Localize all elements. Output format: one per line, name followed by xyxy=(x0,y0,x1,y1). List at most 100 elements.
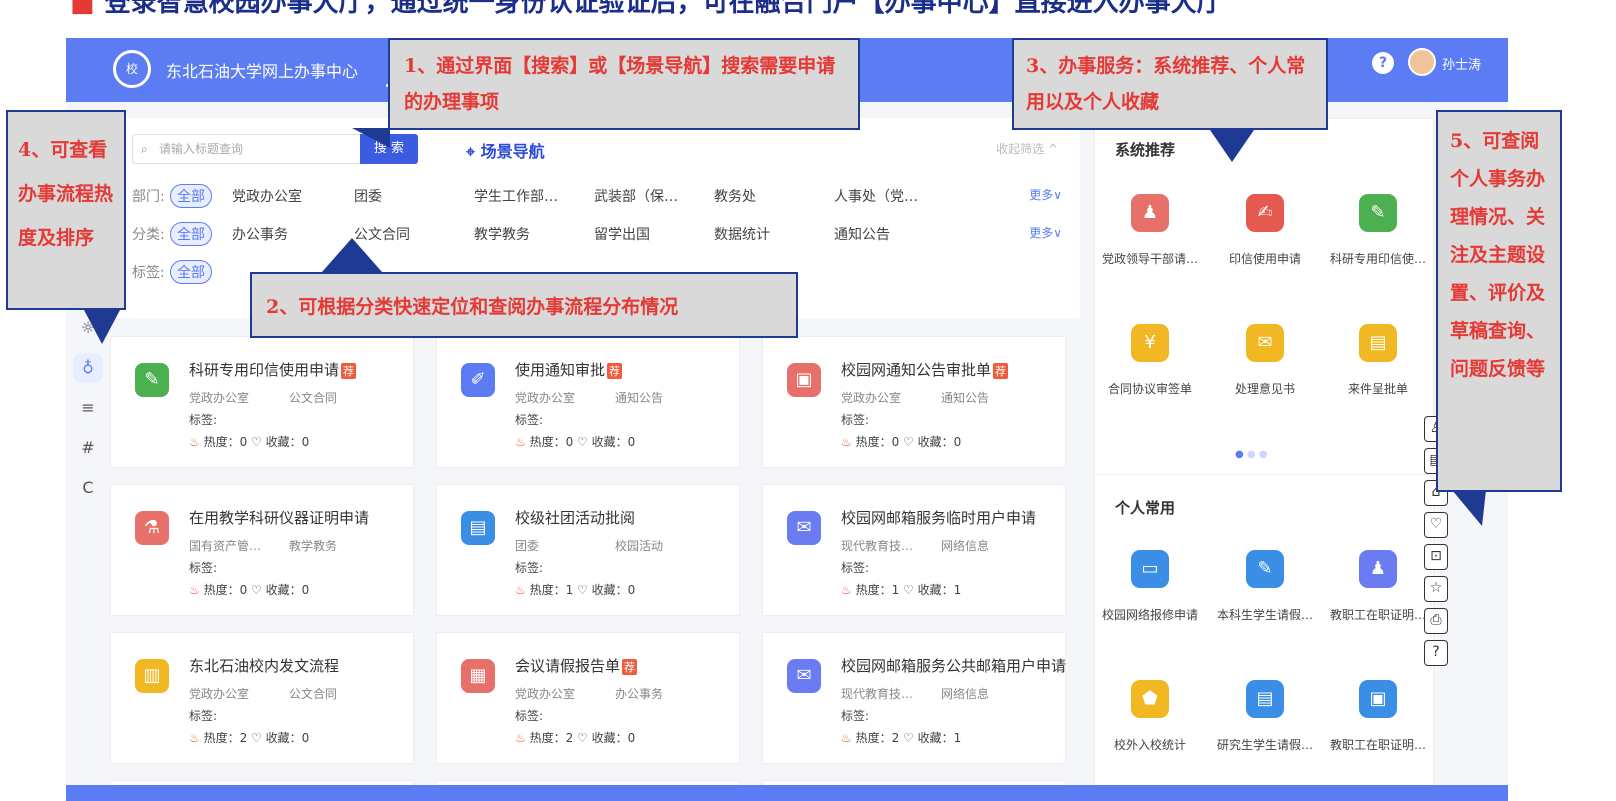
filter-option[interactable]: 教学教务 xyxy=(474,224,530,244)
filter-option[interactable]: 留学出国 xyxy=(594,224,650,244)
filter-all[interactable]: 全部 xyxy=(170,184,212,208)
folder-icon: ▥ xyxy=(135,659,169,693)
scene-nav-button[interactable]: ⌖ 场景导航 xyxy=(466,138,545,162)
mail-icon: ✉ xyxy=(787,511,821,545)
office-hall-app: 校 东北石油大学网上办事中心 ? 孙士涛 ☼ ♁ ≡ # C ⌕ 请输入标题查询 … xyxy=(66,38,1508,801)
shield-icon: ⬟ xyxy=(1131,680,1169,718)
filter-option[interactable]: 武装部（保… xyxy=(594,186,678,206)
fire-icon: ♨ xyxy=(515,583,530,597)
hash-icon[interactable]: # xyxy=(66,428,110,468)
callout-2-tail xyxy=(322,238,382,272)
mail-icon: ✉ xyxy=(787,659,821,693)
callout-5: 5、可查阅个人事务办理情况、关注及主题设置、评价及草稿查询、问题反馈等 xyxy=(1436,110,1562,492)
more-button[interactable]: 更多∨ xyxy=(1029,224,1062,241)
edit-user-icon: ✎ xyxy=(1246,550,1284,588)
service-card[interactable]: ✉ 校园网邮箱服务公共邮箱用户申请 现代教育技… 网络信息 标签: ♨ 热度：2… xyxy=(762,632,1066,764)
recommend-badge: 荐 xyxy=(341,363,357,379)
callout-3: 3、办事服务：系统推荐、个人常用以及个人收藏 xyxy=(1012,38,1328,130)
filter-option[interactable]: 人事处（党… xyxy=(834,186,918,206)
desk-icon: ♟ xyxy=(1359,550,1397,588)
stamp-icon: ✍ xyxy=(1246,194,1284,232)
callout-1: 1、通过界面【搜索】或【场景导航】搜索需要申请的办理事项 xyxy=(388,38,860,130)
service-card[interactable]: ✎ 科研专用印信使用申请荐 党政办公室 公文合同 标签: ♨ 热度：0 ♡ 收藏… xyxy=(110,336,414,468)
filter-all[interactable]: 全部 xyxy=(170,222,212,246)
person-icon: ♟ xyxy=(1131,194,1169,232)
notice-icon: ▣ xyxy=(787,363,821,397)
heart-icon[interactable]: ♡ xyxy=(1424,512,1448,538)
edit-icon: ✐ xyxy=(461,363,495,397)
fire-icon: ♨ xyxy=(515,435,530,449)
service-card[interactable]: ▣ 校园网通知公告审批单荐 党政办公室 通知公告 标签: ♨ 热度：0 ♡ 收藏… xyxy=(762,336,1066,468)
user-name[interactable]: 孙士涛 xyxy=(1442,54,1481,73)
filter-option[interactable]: 数据统计 xyxy=(714,224,770,244)
filter-option[interactable]: 党政办公室 xyxy=(232,186,302,206)
fire-icon: ♨ xyxy=(189,435,204,449)
document-icon: ▤ xyxy=(461,511,495,545)
leaf-icon: ✎ xyxy=(135,363,169,397)
service-card[interactable]: ▥ 东北石油校内发文流程 党政办公室 公文合同 标签: ♨ 热度：2 ♡ 收藏：… xyxy=(110,632,414,764)
chart-icon: ▦ xyxy=(461,659,495,693)
slide-title: ■ 登录智慧校园办事大厅，通过统一身份认证验证后，可在融合门户【办事中心】直接进入… xyxy=(70,0,1223,18)
callout-3-tail xyxy=(1210,130,1254,162)
service-shortcut[interactable]: ▭ 校园网络报修申请 xyxy=(1095,550,1205,623)
recommend-panel: 系统推荐 ♟ 党政领导干部请… ✍ 印信使用申请 ✎ 科研专用印信使… ¥ 合同协议审签… xyxy=(1094,118,1434,478)
service-card[interactable]: ▦ 会议请假报告单荐 党政办公室 办公事务 标签: ♨ 热度：2 ♡ 收藏：0 xyxy=(436,632,740,764)
filter-option[interactable]: 学生工作部… xyxy=(474,186,558,206)
recommend-badge: 荐 xyxy=(607,363,623,379)
callout-1-tail xyxy=(352,128,390,148)
microscope-icon: ⚗ xyxy=(135,511,169,545)
service-shortcut[interactable]: ▤ 研究生学生请假… xyxy=(1210,680,1320,753)
service-shortcut[interactable]: ▤ 来件呈批单 xyxy=(1323,324,1433,397)
filter-option[interactable]: 办公事务 xyxy=(232,224,288,244)
university-logo-icon: 校 xyxy=(113,50,151,88)
filter-option[interactable]: 教务处 xyxy=(714,186,756,206)
service-shortcut[interactable]: ¥ 合同协议审签单 xyxy=(1095,324,1205,397)
monitor-icon: ▭ xyxy=(1131,550,1169,588)
collapse-filter-button[interactable]: 收起筛选 ^ xyxy=(996,140,1058,157)
panel-title: 系统推荐 xyxy=(1115,141,1176,159)
filter-all[interactable]: 全部 xyxy=(170,260,212,284)
help-icon[interactable]: ? xyxy=(1372,52,1394,74)
search-input[interactable]: ⌕ 请输入标题查询 xyxy=(132,134,362,164)
question-icon[interactable]: ? xyxy=(1424,640,1448,666)
site-name[interactable]: 东北石油大学网上办事中心 xyxy=(166,58,358,82)
service-card[interactable]: ✐ 使用通知审批荐 党政办公室 通知公告 标签: ♨ 热度：0 ♡ 收藏：0 xyxy=(436,336,740,468)
fire-sort-icon[interactable]: ♁ xyxy=(73,353,103,383)
filter-option[interactable]: 团委 xyxy=(354,186,382,206)
id-card-icon: ▣ xyxy=(1359,680,1397,718)
service-shortcut[interactable]: ♟ 教职工在职证明… xyxy=(1323,550,1433,623)
filter-option[interactable]: 通知公告 xyxy=(834,224,890,244)
callout-4: 4、可查看办事流程热度及排序 xyxy=(6,110,126,310)
service-shortcut[interactable]: ▣ 教职工在职证明… xyxy=(1323,680,1433,753)
service-card[interactable]: ✉ 校园网邮箱服务临时用户申请 现代教育技… 网络信息 标签: ♨ 热度：1 ♡… xyxy=(762,484,1066,616)
star-icon[interactable]: ☆ xyxy=(1424,576,1448,602)
service-card[interactable]: ⚗ 在用教学科研仪器证明申请 国有资产管… 教学教务 标签: ♨ 热度：0 ♡ … xyxy=(110,484,414,616)
fire-icon: ♨ xyxy=(841,435,856,449)
service-shortcut[interactable]: ♟ 党政领导干部请… xyxy=(1095,194,1205,267)
fire-icon: ♨ xyxy=(515,731,530,745)
doc-search-icon: ▤ xyxy=(1246,680,1284,718)
service-shortcut[interactable]: ✎ 科研专用印信使… xyxy=(1323,194,1433,267)
common-panel: 个人常用 ▭ 校园网络报修申请 ✎ 本科生学生请假… ♟ 教职工在职证明… ⬟ 校外入校… xyxy=(1094,474,1434,801)
avatar[interactable] xyxy=(1408,48,1436,76)
leaf-icon: ✎ xyxy=(1359,194,1397,232)
review-icon[interactable]: ⊡ xyxy=(1424,544,1448,570)
panel-title: 个人常用 xyxy=(1115,499,1176,517)
refresh-icon[interactable]: C xyxy=(66,468,110,508)
callout-5-tail xyxy=(1452,490,1486,526)
print-icon[interactable]: ⎙ xyxy=(1424,608,1448,634)
service-shortcut[interactable]: ⬟ 校外入校统计 xyxy=(1095,680,1205,753)
callout-2: 2、可根据分类快速定位和查阅办事流程分布情况 xyxy=(250,272,798,338)
service-card[interactable]: ▤ 校级社团活动批阅 团委 校园活动 标签: ♨ 热度：1 ♡ 收藏：0 xyxy=(436,484,740,616)
filter-row-category: 分类: 全部 办公事务 公文合同 教学教务 留学出国 数据统计 通知公告 更多∨ xyxy=(132,218,1062,248)
list-icon[interactable]: ≡ xyxy=(66,388,110,428)
service-shortcut[interactable]: ✉ 处理意见书 xyxy=(1210,324,1320,397)
filter-row-department: 部门: 全部 党政办公室 团委 学生工作部… 武装部（保… 教务处 人事处（党…… xyxy=(132,180,1062,210)
service-shortcut[interactable]: ✍ 印信使用申请 xyxy=(1210,194,1320,267)
service-shortcut[interactable]: ✎ 本科生学生请假… xyxy=(1210,550,1320,623)
more-button[interactable]: 更多∨ xyxy=(1029,186,1062,203)
carousel-dots[interactable]: ● ● ● xyxy=(1235,449,1268,460)
money-icon: ¥ xyxy=(1131,324,1169,362)
map-pin-icon: ⌖ xyxy=(466,142,481,161)
clipboard-icon: ▤ xyxy=(1359,324,1397,362)
